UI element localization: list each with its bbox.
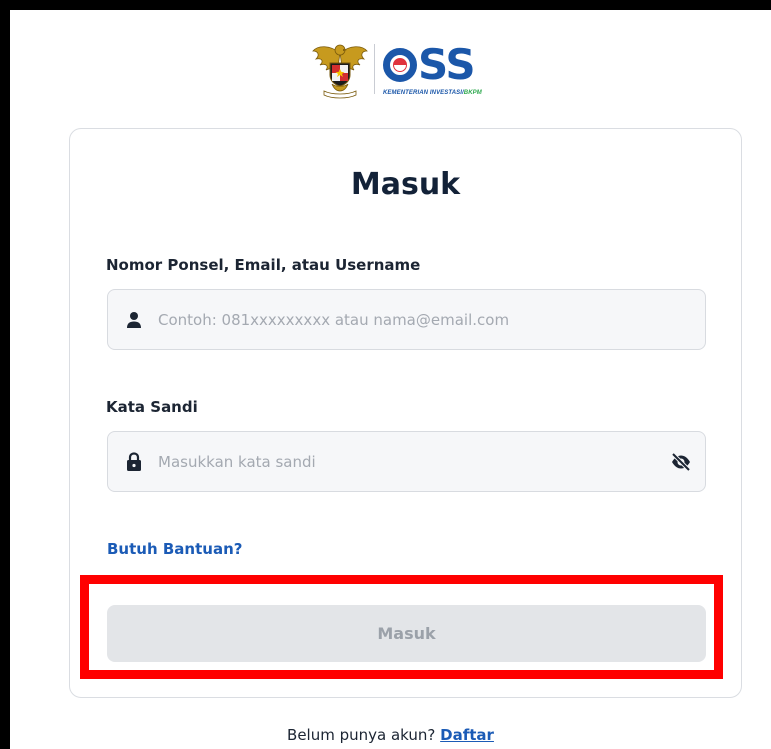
identifier-input[interactable] [158, 290, 705, 349]
header-logo: SS KEMENTERIAN INVESTASI/BKPM [310, 34, 482, 104]
oss-logo: SS KEMENTERIAN INVESTASI/BKPM [383, 42, 482, 96]
oss-logo-subtitle: KEMENTERIAN INVESTASI/BKPM [383, 90, 482, 96]
garuda-emblem-icon [312, 44, 368, 99]
password-input[interactable] [158, 432, 669, 491]
eye-slash-icon[interactable] [669, 450, 693, 474]
identifier-label: Nomor Ponsel, Email, atau Username [106, 256, 421, 274]
login-page: SS KEMENTERIAN INVESTASI/BKPM Masuk Nomo… [10, 10, 771, 749]
user-icon [124, 310, 144, 330]
oss-logo-text: SS [418, 40, 476, 89]
lock-icon [124, 451, 144, 472]
login-card: Masuk Nomor Ponsel, Email, atau Username… [69, 128, 742, 698]
register-link[interactable]: Daftar [440, 726, 494, 744]
password-field[interactable] [107, 431, 706, 492]
password-label: Kata Sandi [106, 398, 198, 416]
login-title: Masuk [350, 167, 461, 202]
logo-divider [374, 44, 375, 94]
register-prompt: Belum punya akun? Daftar [10, 726, 771, 744]
register-prompt-text: Belum punya akun? [287, 726, 436, 744]
oss-logo-o-icon [383, 48, 417, 82]
help-link[interactable]: Butuh Bantuan? [107, 540, 242, 558]
identifier-field[interactable] [107, 289, 706, 350]
login-submit-button[interactable]: Masuk [107, 605, 706, 662]
